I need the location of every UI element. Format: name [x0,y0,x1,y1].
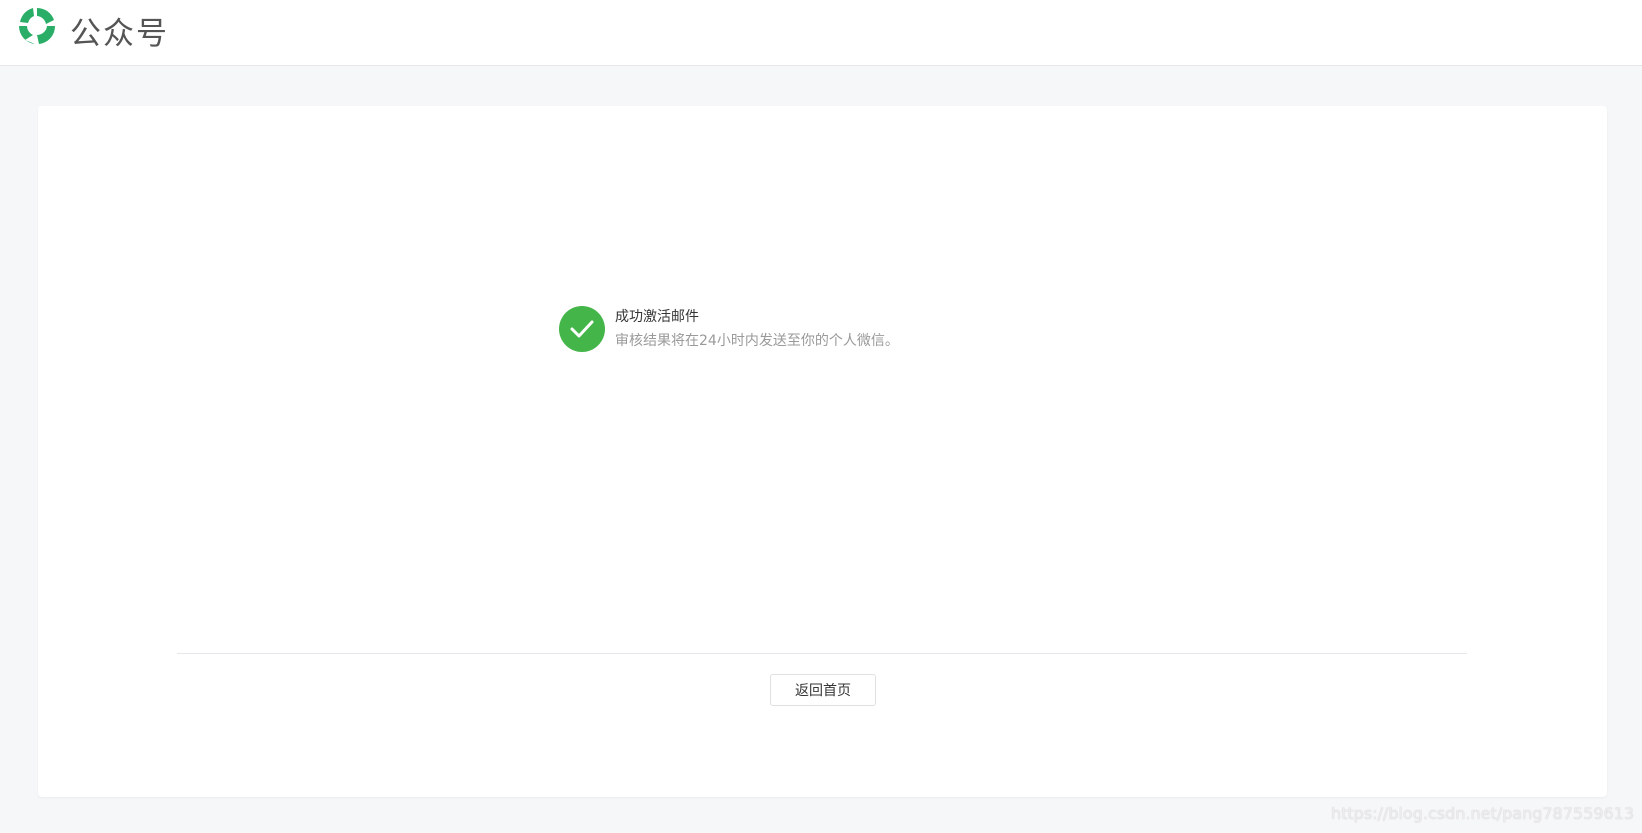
result-card: 成功激活邮件 审核结果将在24小时内发送至你的个人微信。 返回首页 [38,106,1607,797]
watermark: https://blog.csdn.net/pang787559613 [1330,804,1634,823]
top-header: 公众号 [0,0,1642,66]
result-title: 成功激活邮件 [615,309,699,325]
wechat-official-accounts-logo-icon[interactable] [15,4,59,48]
brand-title[interactable]: 公众号 [70,8,169,53]
divider [177,653,1467,654]
result-description: 审核结果将在24小时内发送至你的个人微信。 [615,333,899,349]
back-home-button[interactable]: 返回首页 [770,674,876,706]
success-check-icon [559,306,605,352]
